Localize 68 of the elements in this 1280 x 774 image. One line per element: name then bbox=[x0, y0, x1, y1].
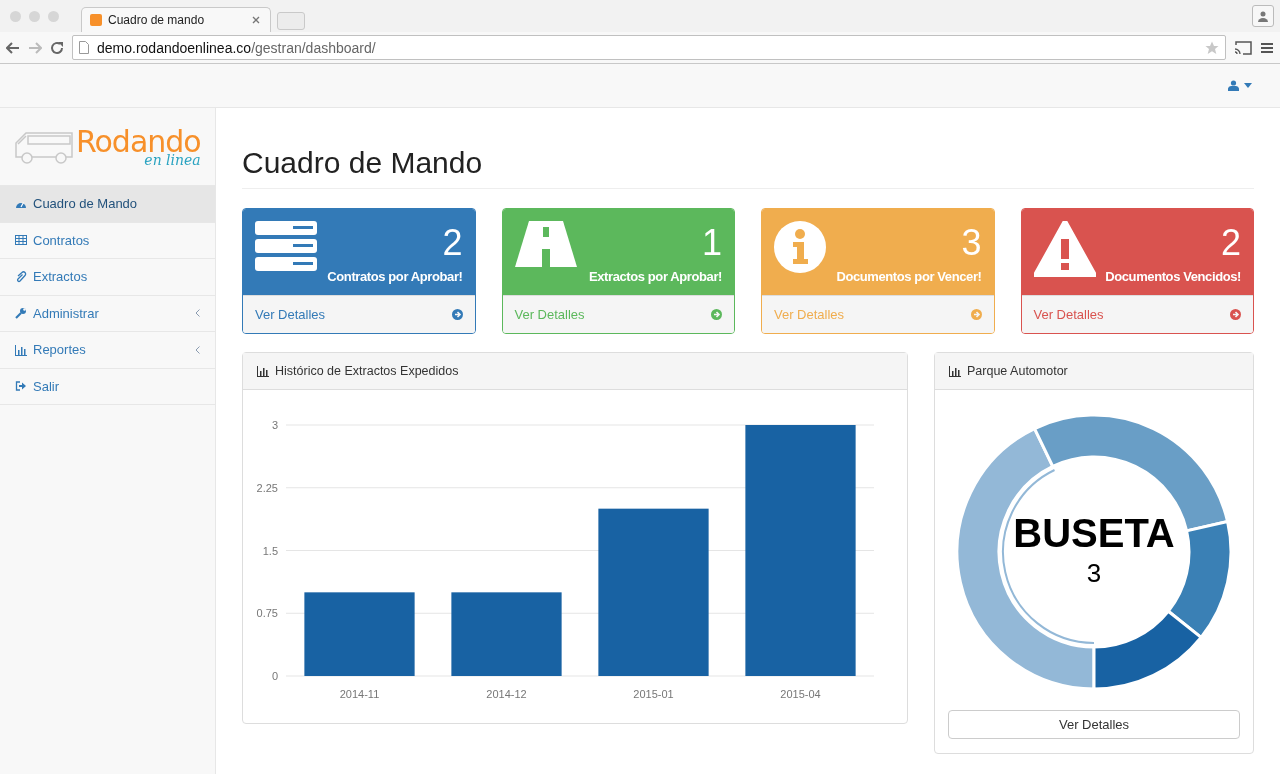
wrench-icon bbox=[15, 307, 27, 320]
arrow-circle-right-icon bbox=[451, 309, 463, 320]
page-icon bbox=[79, 41, 89, 54]
sign-out-icon bbox=[15, 380, 27, 393]
details-link[interactable]: Ver Detalles bbox=[243, 295, 475, 333]
stat-label: Contratos por Aprobar! bbox=[327, 269, 463, 284]
sidebar-item[interactable]: Extractos bbox=[0, 259, 215, 296]
panel-title: Parque Automotor bbox=[967, 364, 1068, 378]
star-icon[interactable] bbox=[1205, 40, 1219, 55]
person-icon bbox=[1257, 10, 1269, 22]
sidebar-item-label: Reportes bbox=[33, 342, 87, 358]
stat-label: Documentos por Vencer! bbox=[836, 269, 982, 284]
cast-icon[interactable] bbox=[1234, 40, 1252, 55]
bar-chart-icon bbox=[949, 365, 961, 377]
x-tick-label: 2014-12 bbox=[486, 688, 527, 700]
user-icon bbox=[1228, 80, 1239, 91]
menu-icon[interactable] bbox=[1260, 41, 1274, 54]
donut-center-value: 3 bbox=[1086, 558, 1102, 588]
logo-tagline: en linea bbox=[144, 152, 201, 167]
browser-tab[interactable]: Cuadro de mando bbox=[81, 7, 271, 32]
bar-chart-icon bbox=[15, 343, 27, 356]
details-link[interactable]: Ver Detalles bbox=[1021, 295, 1253, 333]
bar-chart-icon bbox=[257, 365, 269, 377]
panel-title: Histórico de Extractos Expedidos bbox=[275, 364, 459, 378]
profile-button[interactable] bbox=[1252, 5, 1274, 27]
sidebar-item-label: Cuadro de Mando bbox=[33, 196, 139, 212]
stat-label: Extractos por Aprobar! bbox=[588, 269, 722, 284]
x-tick-label: 2015-04 bbox=[780, 688, 821, 700]
stat-count: 1 bbox=[701, 221, 722, 265]
road-icon bbox=[514, 221, 577, 267]
page-title: Cuadro de Mando bbox=[242, 146, 1254, 189]
server-icon bbox=[255, 221, 317, 271]
favicon-icon bbox=[90, 14, 102, 26]
sidebar-item[interactable]: Salir bbox=[0, 368, 215, 405]
arrow-circle-right-icon bbox=[711, 309, 722, 320]
caret-icon bbox=[1244, 83, 1252, 88]
back-arrow-icon[interactable] bbox=[6, 41, 20, 54]
sidebar-item-label: Salir bbox=[33, 378, 60, 394]
arrow-circle-right-icon bbox=[1230, 309, 1241, 320]
sidebar-item[interactable]: Reportes bbox=[0, 332, 215, 369]
stat-count: 2 bbox=[1220, 221, 1241, 265]
sidebar-item-label: Administrar bbox=[33, 305, 100, 321]
sidebar-item-label: Contratos bbox=[33, 232, 91, 248]
sidebar-item[interactable]: Contratos bbox=[0, 222, 215, 259]
close-icon[interactable] bbox=[252, 16, 260, 24]
y-tick-label: 3 bbox=[271, 419, 278, 431]
y-tick-label: 1.5 bbox=[262, 544, 278, 557]
sidebar-item[interactable]: Administrar bbox=[0, 295, 215, 332]
info-icon bbox=[774, 221, 826, 273]
warning-icon bbox=[1033, 221, 1096, 277]
y-tick-label: 0 bbox=[271, 670, 278, 682]
x-tick-label: 2014-11 bbox=[339, 688, 380, 700]
arrow-circle-right-icon bbox=[970, 309, 982, 320]
y-tick-label: 2.25 bbox=[256, 481, 278, 494]
details-link[interactable]: Ver Detalles bbox=[502, 295, 734, 333]
stat-label: Documentos Vencidos! bbox=[1105, 269, 1241, 284]
reload-icon[interactable] bbox=[50, 40, 64, 55]
sidebar-item-label: Extractos bbox=[33, 269, 89, 285]
details-button[interactable]: Ver Detalles bbox=[948, 710, 1240, 739]
sidebar-item[interactable]: Cuadro de Mando bbox=[0, 186, 215, 223]
stat-count: 2 bbox=[442, 221, 463, 265]
paperclip-icon bbox=[15, 270, 27, 283]
x-tick-label: 2015-01 bbox=[633, 688, 674, 700]
stat-count: 3 bbox=[961, 221, 982, 265]
table-icon bbox=[15, 234, 27, 247]
donut-center-label: BUSETA bbox=[1013, 511, 1175, 555]
address-bar[interactable]: demo.rodandoenlinea.co/gestran/dashboard/ bbox=[72, 35, 1226, 60]
y-tick-label: 0.75 bbox=[256, 607, 278, 620]
